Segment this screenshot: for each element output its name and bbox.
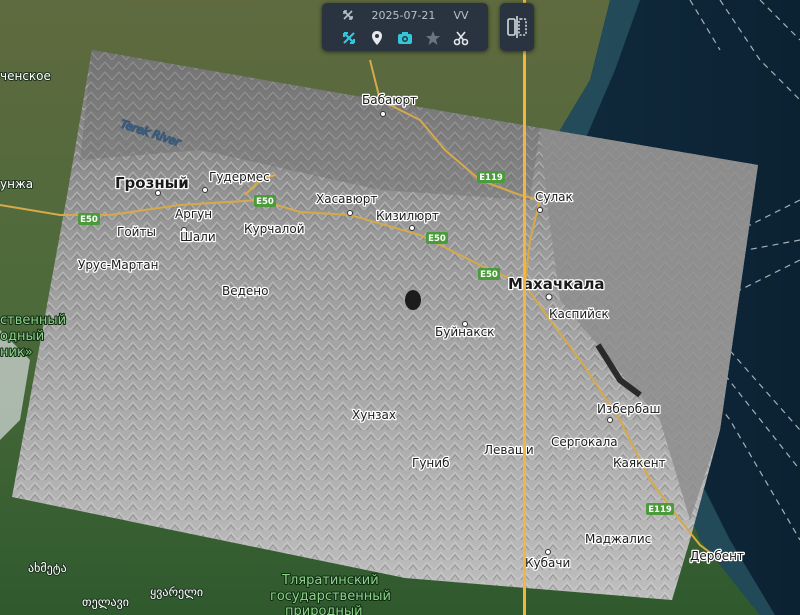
- city-buynaksk: Буйнакск: [435, 325, 494, 339]
- reserve-left-line3: ник»: [0, 345, 33, 360]
- svg-text:E119: E119: [648, 505, 672, 515]
- svg-text:E50: E50: [256, 197, 274, 207]
- city-kayakent: Каякент: [613, 456, 666, 470]
- toolbar-info-row: 2025-07-21 VV: [322, 6, 488, 24]
- svg-text:E50: E50: [80, 215, 98, 225]
- city-grozny: Грозный: [115, 174, 189, 192]
- crossing-arrows-icon[interactable]: [342, 9, 354, 21]
- city-khasavyurt: Хасавюрт: [316, 192, 377, 206]
- city-izberbash: Избербаш: [597, 402, 661, 416]
- image-toolbar: 2025-07-21 VV: [322, 3, 488, 51]
- city-sulak: Сулак: [535, 190, 573, 204]
- city-gudermes: Гудермес: [209, 170, 270, 184]
- reserve-south-line2: государственный: [270, 589, 391, 604]
- split-view-icon: [507, 16, 527, 38]
- svg-text:E50: E50: [480, 270, 498, 280]
- svg-text:E119: E119: [479, 173, 503, 183]
- city-derbent: Дербент: [690, 549, 744, 563]
- city-vedeno: Ведено: [222, 284, 268, 298]
- city-madzhalis: Маджалис: [585, 532, 651, 546]
- city-nzha: унжа: [0, 177, 33, 191]
- road-shield-e119-b: E119: [646, 503, 674, 515]
- scissors-icon[interactable]: [451, 28, 471, 48]
- reserve-left-line1: ственный: [0, 313, 66, 328]
- city-kurchaloy: Курчалой: [244, 222, 305, 236]
- toolbar-actions-row: [322, 27, 488, 49]
- city-kaspiysk: Каспийск: [549, 307, 609, 321]
- city-shali: Шали: [180, 230, 216, 244]
- road-shield-e50-d: E50: [478, 268, 500, 280]
- road-shield-e50-c: E50: [426, 232, 448, 244]
- svg-text:E50: E50: [428, 234, 446, 244]
- city-argun: Аргун: [175, 207, 212, 221]
- star-icon[interactable]: [423, 28, 443, 48]
- map-pin-icon[interactable]: [367, 28, 387, 48]
- reserve-south-line1: Тляратинский: [281, 573, 379, 588]
- city-gunib: Гуниб: [412, 456, 449, 470]
- city-goyty: Гойты: [117, 225, 156, 239]
- map-canvas[interactable]: E50 E50 E50 E50 E119 E119 Terek River Гр…: [0, 0, 800, 615]
- city-kubachi: Кубачи: [525, 556, 570, 570]
- reserve-left-line2: одный: [0, 329, 44, 344]
- city-levashi: Леваши: [484, 443, 534, 457]
- polarization-label[interactable]: VV: [453, 9, 468, 22]
- georgian-town-3: თელავი: [82, 595, 129, 609]
- city-khunzakh: Хунзах: [352, 408, 396, 422]
- reserve-south-line3: природный: [285, 604, 363, 615]
- road-shield-e119-a: E119: [477, 171, 505, 183]
- city-kizilyurt: Кизилюрт: [376, 209, 439, 223]
- road-shield-e50-a: E50: [78, 213, 100, 225]
- city-sergokala: Сергокала: [551, 435, 618, 449]
- city-urus-martan: Урус-Мартан: [78, 258, 158, 272]
- swipe-divider[interactable]: [523, 0, 526, 615]
- split-view-button[interactable]: [500, 3, 534, 51]
- city-kamenskoe: ченское: [0, 69, 51, 83]
- crossing-arrows-icon[interactable]: [339, 28, 359, 48]
- city-babayurt: Бабаюрт: [362, 93, 417, 107]
- acquisition-date: 2025-07-21: [371, 8, 436, 22]
- road-shield-e50-b: E50: [254, 195, 276, 207]
- georgian-town-1: ახმეტა: [28, 561, 67, 575]
- camera-icon[interactable]: [395, 28, 415, 48]
- georgian-town-2: ყვარელი: [150, 585, 203, 599]
